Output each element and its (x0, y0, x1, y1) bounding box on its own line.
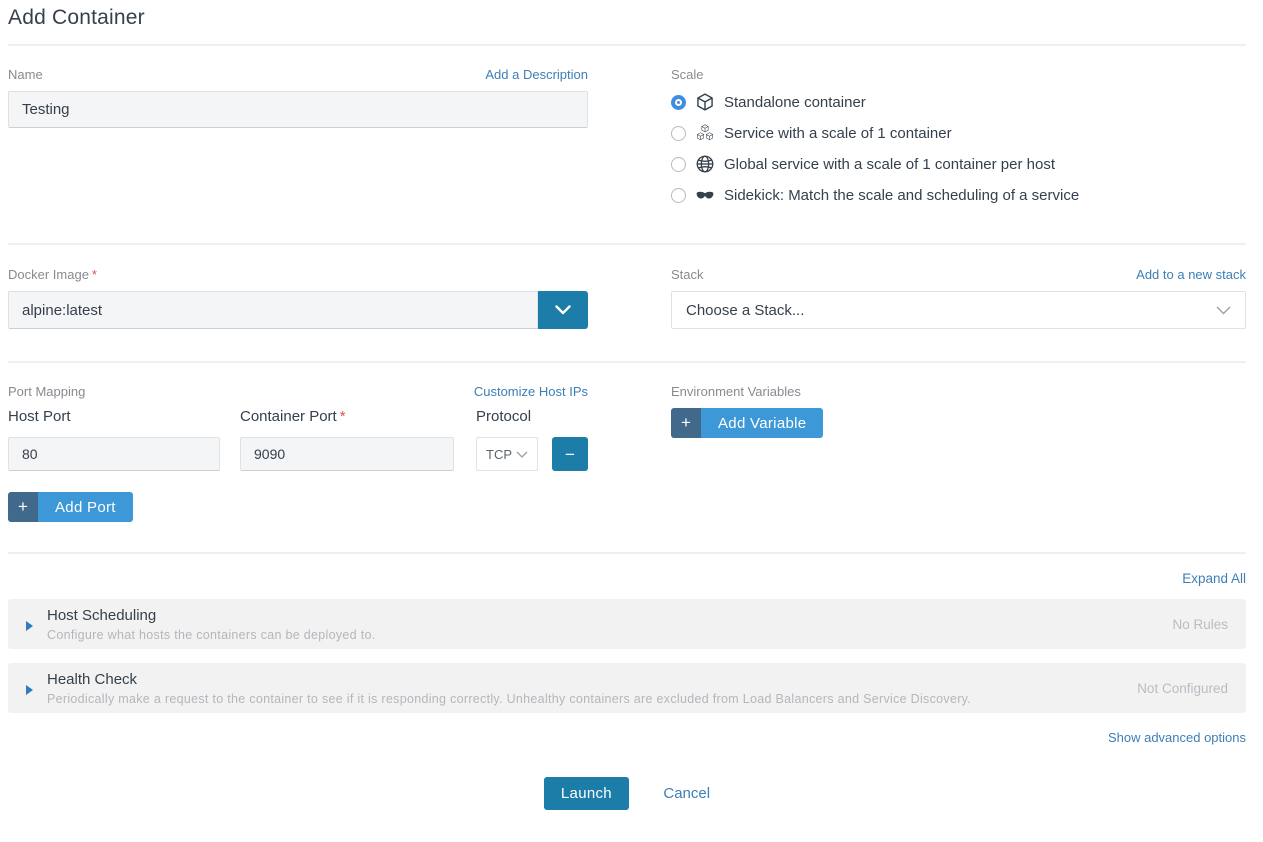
protocol-label: Protocol (476, 408, 588, 425)
ports-env-section: Port Mapping Customize Host IPs Host Por… (8, 363, 1246, 552)
show-advanced-options-link[interactable]: Show advanced options (1108, 730, 1246, 745)
caret-right-icon (26, 685, 33, 695)
expand-all-row: Expand All (8, 554, 1246, 599)
protocol-select[interactable]: TCP (476, 437, 538, 471)
chevron-down-icon (1216, 302, 1231, 319)
scale-label: Scale (671, 67, 704, 82)
add-port-button[interactable]: + Add Port (8, 492, 133, 522)
docker-image-input[interactable] (8, 291, 538, 329)
scale-option-label: Standalone container (724, 94, 866, 111)
stack-label: Stack (671, 267, 704, 282)
scale-option-label: Global service with a scale of 1 contain… (724, 156, 1055, 173)
health-check-accordion[interactable]: Health Check Periodically make a request… (8, 663, 1246, 713)
image-stack-section: Docker Image* Stack Add to a new stack C… (8, 245, 1246, 361)
plus-icon: + (671, 408, 701, 438)
service-cubes-icon (695, 123, 715, 143)
accordion-description: Configure what hosts the containers can … (47, 628, 1152, 642)
accordion-description: Periodically make a request to the conta… (47, 692, 1117, 706)
container-port-label: Container Port* (240, 408, 454, 425)
mask-icon (695, 185, 715, 205)
scale-option-label: Service with a scale of 1 container (724, 125, 952, 142)
host-port-input[interactable] (8, 437, 220, 471)
show-advanced-row: Show advanced options (8, 727, 1246, 763)
required-asterisk: * (92, 267, 97, 282)
remove-port-button[interactable]: − (552, 437, 588, 471)
required-asterisk: * (340, 408, 346, 425)
accordion-title: Health Check (47, 671, 1117, 688)
radio-button[interactable] (671, 157, 686, 172)
chevron-down-icon (516, 447, 528, 462)
stack-select[interactable]: Choose a Stack... (671, 291, 1246, 329)
stack-select-value: Choose a Stack... (686, 302, 804, 319)
name-input[interactable] (8, 91, 588, 128)
caret-right-icon (26, 621, 33, 631)
radio-button[interactable] (671, 188, 686, 203)
minus-icon: − (565, 446, 575, 463)
add-variable-button[interactable]: + Add Variable (671, 408, 823, 438)
add-container-form: Add Container Name Add a Description Sca… (0, 0, 1263, 810)
scale-option-standalone[interactable]: Standalone container (671, 91, 1246, 113)
scale-option-label: Sidekick: Match the scale and scheduling… (724, 187, 1079, 204)
status-badge: Not Configured (1137, 681, 1228, 696)
scale-option-sidekick[interactable]: Sidekick: Match the scale and scheduling… (671, 184, 1246, 206)
port-mapping-label: Port Mapping (8, 384, 85, 399)
globe-icon (695, 154, 715, 174)
image-dropdown-button[interactable] (538, 291, 588, 329)
scale-option-global[interactable]: Global service with a scale of 1 contain… (671, 153, 1246, 175)
add-description-link[interactable]: Add a Description (485, 67, 588, 82)
add-port-label: Add Port (38, 492, 133, 522)
docker-image-label: Docker Image* (8, 267, 97, 282)
add-variable-label: Add Variable (701, 408, 823, 438)
footer-actions: Launch Cancel (8, 763, 1246, 810)
cancel-link[interactable]: Cancel (663, 785, 710, 802)
status-badge: No Rules (1172, 617, 1228, 632)
launch-button[interactable]: Launch (544, 777, 629, 810)
name-scale-section: Name Add a Description Scale Standalone … (8, 46, 1246, 243)
expand-all-link[interactable]: Expand All (1182, 571, 1246, 586)
host-scheduling-accordion[interactable]: Host Scheduling Configure what hosts the… (8, 599, 1246, 649)
cube-icon (695, 92, 715, 112)
name-label: Name (8, 67, 43, 82)
plus-icon: + (8, 492, 38, 522)
protocol-select-value: TCP (486, 447, 512, 462)
customize-host-ips-link[interactable]: Customize Host IPs (474, 384, 588, 399)
radio-button[interactable] (671, 126, 686, 141)
add-new-stack-link[interactable]: Add to a new stack (1136, 267, 1246, 282)
page-title: Add Container (8, 0, 1246, 44)
host-port-label: Host Port (8, 408, 220, 425)
chevron-down-icon (555, 303, 571, 318)
scale-option-service[interactable]: Service with a scale of 1 container (671, 122, 1246, 144)
accordion-title: Host Scheduling (47, 607, 1152, 624)
environment-variables-label: Environment Variables (671, 384, 801, 399)
radio-button[interactable] (671, 95, 686, 110)
container-port-input[interactable] (240, 437, 454, 471)
